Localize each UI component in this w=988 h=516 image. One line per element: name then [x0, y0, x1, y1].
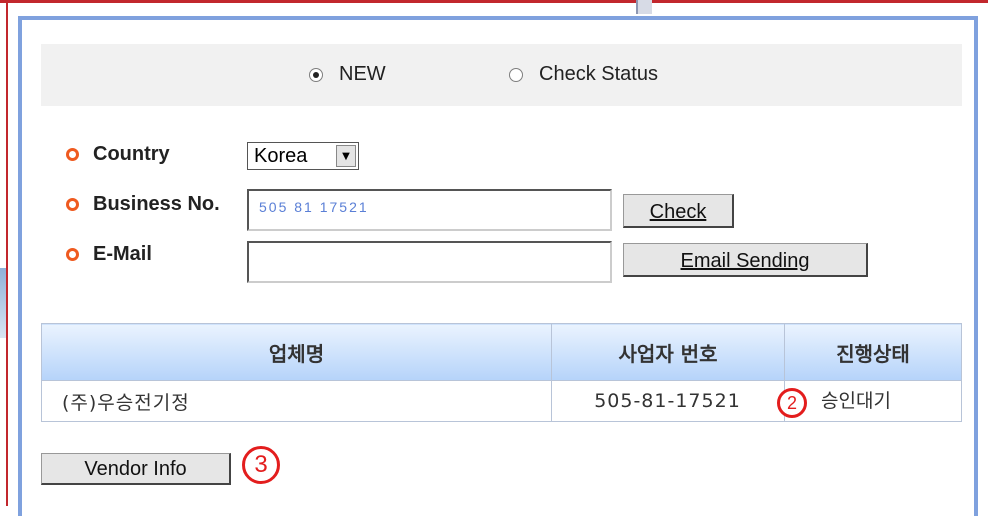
window-top-border	[0, 0, 988, 3]
header-status: 진행상태	[784, 323, 962, 381]
bullet-icon	[66, 198, 79, 211]
check-button-label: Check	[649, 201, 707, 223]
radio-check-status[interactable]: Check Status	[509, 63, 658, 86]
cell-status: 2 승인대기	[777, 380, 962, 422]
email-label-text: E-Mail	[93, 243, 152, 265]
country-label: Country	[66, 143, 170, 166]
marker-2-icon: 2	[777, 388, 807, 419]
cell-business-no: 505-81-17521	[551, 380, 785, 422]
marker-3-icon: 3	[242, 446, 280, 484]
cell-company[interactable]: (주)우승전기정	[41, 380, 552, 422]
email-sending-button[interactable]: Email Sending	[623, 243, 868, 277]
table-row[interactable]: (주)우승전기정 505-81-17521 2 승인대기	[41, 380, 962, 422]
business-no-label-text: Business No.	[93, 193, 220, 215]
radio-new[interactable]: NEW	[309, 63, 386, 86]
email-input[interactable]	[247, 241, 612, 283]
business-no-label: Business No.	[66, 193, 220, 216]
business-no-value: 505 81 17521	[259, 199, 369, 215]
header-business-no: 사업자 번호	[551, 323, 785, 381]
vendor-info-button[interactable]: Vendor Info	[41, 453, 231, 485]
email-label: E-Mail	[66, 243, 152, 266]
radio-check-status-dot[interactable]	[509, 67, 523, 82]
window-left-border	[6, 0, 8, 506]
email-sending-button-label: Email Sending	[680, 250, 810, 272]
header-company: 업체명	[41, 323, 552, 381]
vendor-info-button-label: Vendor Info	[84, 458, 187, 480]
background-window-fragment	[636, 0, 652, 14]
bullet-icon	[66, 248, 79, 261]
country-label-text: Country	[93, 143, 170, 165]
country-select[interactable]: Korea ▼	[247, 142, 359, 170]
result-table: 업체명 사업자 번호 진행상태 (주)우승전기정 505-81-17521 2 …	[41, 323, 962, 422]
radio-new-dot[interactable]	[309, 67, 323, 82]
status-text: 승인대기	[821, 389, 891, 412]
radio-check-status-label: Check Status	[539, 63, 658, 85]
check-button[interactable]: Check	[623, 194, 734, 228]
chevron-down-icon[interactable]: ▼	[336, 145, 356, 167]
country-select-value: Korea	[254, 144, 308, 167]
background-window-fragment-left	[0, 268, 6, 338]
business-no-input[interactable]: 505 81 17521	[247, 189, 612, 231]
table-header-row: 업체명 사업자 번호 진행상태	[41, 323, 962, 381]
bullet-icon	[66, 148, 79, 161]
radio-new-label: NEW	[339, 63, 386, 85]
mode-bar: NEW Check Status	[41, 44, 962, 106]
